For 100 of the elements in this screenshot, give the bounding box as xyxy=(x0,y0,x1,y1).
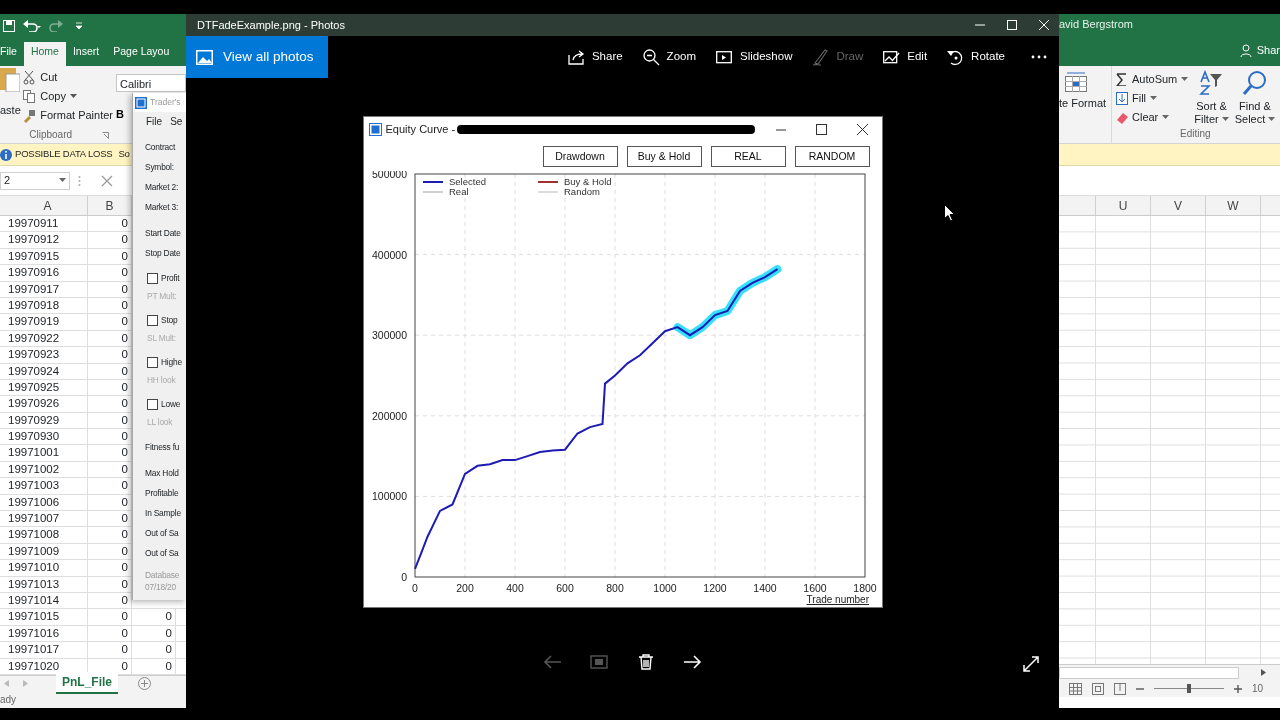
column-header[interactable]: W xyxy=(1206,196,1261,215)
info-bar-title: POSSIBLE DATA LOSS xyxy=(15,147,113,162)
table-cell: 19970929 xyxy=(0,412,88,429)
page-layout-icon[interactable] xyxy=(1092,682,1104,695)
ribbon-tab[interactable]: Home xyxy=(23,42,66,66)
checkbox[interactable] xyxy=(147,398,158,410)
fill-button[interactable]: Fill xyxy=(1116,89,1189,108)
x-tick-label: 600 xyxy=(555,582,574,594)
rotate-button[interactable]: Rotate xyxy=(947,48,1005,66)
caret-icon xyxy=(1181,77,1189,82)
maximize-icon[interactable] xyxy=(815,124,827,136)
eraser-icon xyxy=(1116,111,1128,124)
table-cell: 19971008 xyxy=(0,527,88,543)
x-tick-label: 800 xyxy=(605,582,624,594)
slider-thumb[interactable] xyxy=(1187,684,1191,693)
normal-view-icon[interactable] xyxy=(1069,682,1082,695)
field-label: Symbol: xyxy=(145,160,175,174)
column-header[interactable]: A xyxy=(0,196,88,215)
field-label: Profitable xyxy=(145,486,180,500)
info-bar-message: So xyxy=(118,147,130,162)
horizontal-scrollbar[interactable] xyxy=(1059,666,1239,679)
caret-icon xyxy=(59,178,66,183)
cancel-icon[interactable] xyxy=(101,174,113,187)
mouse-pointer-icon xyxy=(944,204,955,221)
bold-button[interactable]: B xyxy=(116,106,132,123)
share-button[interactable]: Shar xyxy=(1239,42,1280,59)
x-tick-label: 1400 xyxy=(752,582,777,594)
table-cell: 19970912 xyxy=(0,232,88,248)
checkbox[interactable] xyxy=(147,272,158,284)
person-icon xyxy=(1239,43,1253,57)
format-button[interactable]: te Format xyxy=(1059,95,1107,112)
legend-label: Buy & Hold xyxy=(563,176,612,187)
chart-button[interactable]: RANDOM xyxy=(794,146,870,168)
table-cell: 0 xyxy=(132,609,176,625)
field-label: Stop Date xyxy=(145,246,182,260)
view-all-photos-button[interactable]: View all photos xyxy=(186,36,328,78)
menu-item[interactable]: Se xyxy=(170,114,183,129)
arrow-right-icon[interactable] xyxy=(684,654,702,670)
paste-button[interactable]: aste xyxy=(0,102,21,119)
trash-icon[interactable] xyxy=(637,654,655,670)
clipboard-cut-button[interactable]: Cut xyxy=(23,68,113,87)
sheet-tab[interactable]: PnL_File xyxy=(56,672,118,695)
chart-button[interactable]: Buy & Hold xyxy=(626,146,702,168)
ribbon-tab[interactable]: File xyxy=(0,42,24,66)
field-label: Market 2: xyxy=(145,180,180,194)
zoom-button[interactable]: Zoom xyxy=(642,48,696,66)
close-icon[interactable] xyxy=(856,124,868,136)
table-cell: 0 xyxy=(132,642,176,658)
checkbox-label: Profit xyxy=(161,271,180,285)
table-cell: 19970923 xyxy=(0,347,88,363)
page-break-icon[interactable] xyxy=(1114,682,1126,695)
legend-label: Random xyxy=(563,186,600,197)
column-header[interactable]: V xyxy=(1151,196,1206,215)
save-icon[interactable] xyxy=(3,20,15,32)
clear-button[interactable]: Clear xyxy=(1116,108,1189,127)
table-cell: 19970925 xyxy=(0,379,88,396)
chart-button[interactable]: REAL xyxy=(710,146,786,168)
search-icon xyxy=(1242,70,1268,96)
font-name-field[interactable]: Calibri xyxy=(116,74,186,92)
window-title: Trader's xyxy=(150,96,181,109)
table-cell: 19970911 xyxy=(0,216,88,232)
chart-button[interactable]: Drawdown xyxy=(542,146,618,168)
edit-button[interactable]: Edit xyxy=(883,48,928,66)
sort-filter-button[interactable]: Sort & Filter xyxy=(1194,100,1229,126)
autosum-button[interactable]: AutoSum xyxy=(1116,70,1189,89)
more-icon[interactable] xyxy=(1031,55,1047,59)
name-box[interactable]: 2 xyxy=(0,171,70,190)
clipboard-format-painter-button[interactable]: Format Painter xyxy=(23,106,113,125)
table-cell: 0 xyxy=(88,609,132,625)
table-cell: 0 xyxy=(132,625,176,642)
x-axis-title: Trade number xyxy=(806,594,869,605)
ribbon-tab[interactable]: Insert xyxy=(65,42,107,66)
undo-icon[interactable] xyxy=(23,20,41,32)
table-cell: 19971017 xyxy=(0,642,88,658)
scroll-right-icon[interactable] xyxy=(1261,669,1266,676)
column-header[interactable]: U xyxy=(1096,196,1151,215)
checkbox-label: Lowe xyxy=(161,397,181,411)
table-cell: 0 xyxy=(88,625,132,642)
checkbox[interactable] xyxy=(147,356,158,368)
clipboard-copy-button[interactable]: Copy xyxy=(23,87,113,106)
table-cell: 19971003 xyxy=(0,478,88,494)
menu-item[interactable]: File xyxy=(146,114,163,129)
ribbon-tab[interactable]: Page Layou xyxy=(106,42,177,66)
share-button[interactable]: Share xyxy=(567,48,623,66)
add-sheet-icon[interactable] xyxy=(138,676,151,690)
field-label: Contract xyxy=(145,140,177,154)
fullscreen-icon[interactable] xyxy=(1023,656,1039,672)
find-select-button[interactable]: Find & Select xyxy=(1234,100,1276,126)
checkbox[interactable] xyxy=(147,314,158,326)
x-tick-label: 1600 xyxy=(802,582,827,594)
group-label: Clipboard xyxy=(29,128,73,142)
caret-icon xyxy=(1221,117,1229,122)
customize-caret-icon[interactable] xyxy=(75,22,83,30)
share-icon xyxy=(567,48,585,66)
zoom-in-icon[interactable] xyxy=(1234,684,1242,693)
y-tick-label: 200000 xyxy=(371,409,407,422)
picture-edit-icon xyxy=(883,48,901,66)
dialog-launcher-icon[interactable] xyxy=(102,132,109,139)
pen-icon xyxy=(812,48,830,66)
slideshow-button[interactable]: Slideshow xyxy=(716,48,793,66)
